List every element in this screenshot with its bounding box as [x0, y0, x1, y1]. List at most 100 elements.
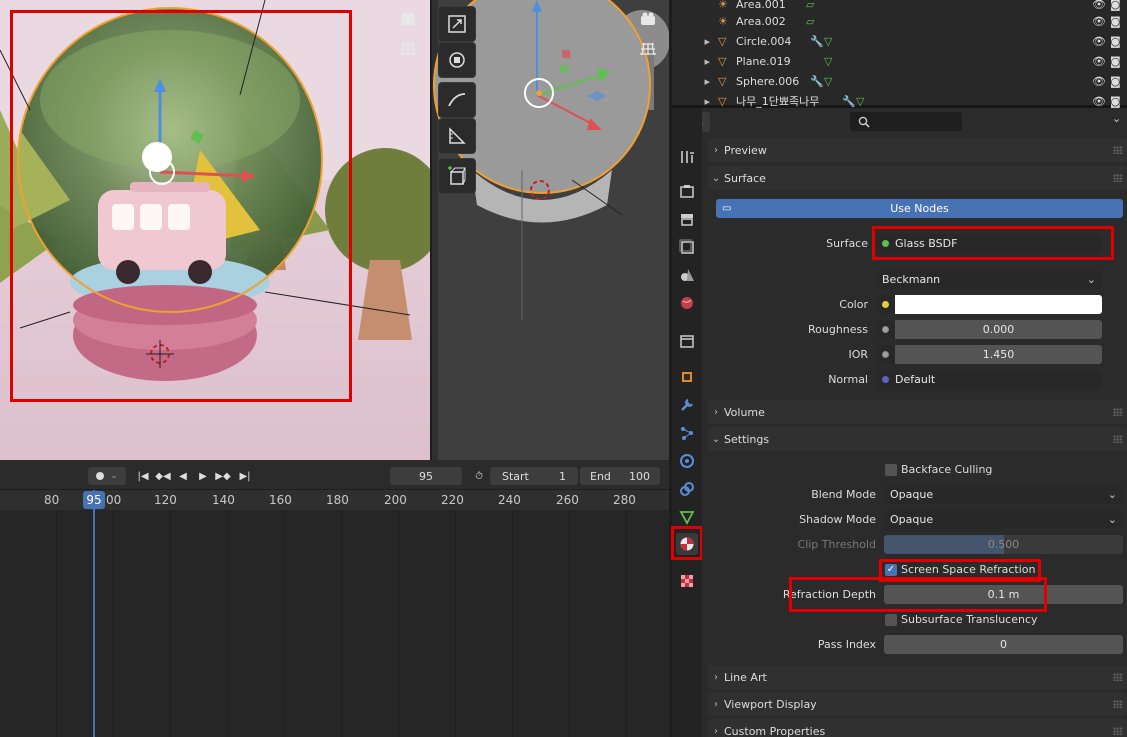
particles-tab-icon[interactable] — [676, 422, 698, 444]
ior-slider[interactable]: 1.450 — [895, 345, 1102, 364]
visibility-eye-icon[interactable]: 👁 — [1092, 15, 1106, 28]
outliner-row[interactable]: ▸ ▽ Circle.004 🔧 ▽ 👁 ◙ — [672, 31, 1127, 51]
distribution-select[interactable]: Beckmann ⌄ — [876, 270, 1102, 289]
tool-tab-icon[interactable] — [676, 146, 698, 168]
panel-settings[interactable]: ⌄ Settings — [708, 427, 1127, 451]
properties-search-input[interactable] — [850, 112, 962, 131]
expand-arrow-icon[interactable]: ▸ — [672, 95, 718, 108]
camera-render-icon[interactable]: ◙ — [1110, 75, 1121, 88]
drag-grip-icon[interactable] — [1113, 673, 1123, 681]
camera-render-icon[interactable]: ◙ — [1110, 35, 1121, 48]
panel-surface[interactable]: ⌄ Surface — [708, 166, 1127, 190]
panel-volume[interactable]: › Volume — [708, 400, 1127, 424]
expand-arrow-icon[interactable]: ▸ — [672, 55, 718, 68]
start-frame-field[interactable]: Start 1 — [490, 467, 578, 485]
outliner-row[interactable]: ▸ ▽ Sphere.006 🔧 ▽ 👁 ◙ — [672, 71, 1127, 91]
roughness-slider[interactable]: 0.000 — [895, 320, 1102, 339]
refraction-depth-field[interactable]: 0.1 m — [884, 585, 1123, 604]
ior-field[interactable]: 1.450 — [876, 345, 1102, 364]
backface-culling-label[interactable]: Backface Culling — [901, 463, 992, 476]
constraints-tab-icon[interactable] — [676, 478, 698, 500]
prev-keyframe-button[interactable]: ◆◀ — [154, 467, 172, 485]
mesh-data-tab-icon[interactable] — [676, 506, 698, 528]
grid-icon[interactable] — [396, 38, 420, 60]
expand-arrow-icon[interactable]: ▸ — [672, 75, 718, 88]
grid-icon[interactable] — [636, 38, 660, 60]
drag-grip-icon[interactable] — [1113, 700, 1123, 708]
current-frame-field[interactable]: 95 — [390, 467, 462, 485]
physics-tab-icon[interactable] — [676, 450, 698, 472]
ssr-checkbox[interactable]: ✓ — [885, 564, 897, 576]
panel-preview[interactable]: › Preview — [708, 138, 1127, 162]
properties-editor[interactable]: ▭⌄ ⌄ › Preview ⌄ Surface ▭ Use Nodes Sur… — [702, 108, 1127, 737]
scale-tool-button[interactable] — [438, 6, 476, 42]
transform-tool-button[interactable] — [438, 42, 476, 78]
annotate-tool-button[interactable] — [438, 82, 476, 118]
drag-grip-icon[interactable] — [1113, 146, 1123, 154]
use-nodes-button[interactable]: ▭ Use Nodes — [716, 199, 1123, 218]
drag-grip-icon[interactable] — [1113, 408, 1123, 416]
world-tab-icon[interactable] — [676, 292, 698, 314]
camera-icon[interactable] — [396, 8, 420, 30]
options-dropdown-button[interactable]: ⌄ — [1112, 112, 1126, 132]
view-layer-tab-icon[interactable] — [676, 236, 698, 258]
camera-render-icon[interactable]: ◙ — [1110, 15, 1121, 28]
visibility-eye-icon[interactable]: 👁 — [1092, 55, 1106, 68]
frame-ruler[interactable]: 80 95 00 120 140 160 180 200 220 240 260… — [0, 490, 669, 510]
drag-grip-icon[interactable] — [1113, 174, 1123, 182]
stopwatch-icon[interactable]: ⏱ — [470, 467, 488, 485]
editor-type-button[interactable]: ▭⌄ — [702, 112, 710, 132]
panel-line-art[interactable]: › Line Art — [708, 665, 1127, 689]
material-tab-icon[interactable] — [676, 533, 698, 555]
render-tab-icon[interactable] — [676, 180, 698, 202]
measure-tool-button[interactable] — [438, 118, 476, 154]
shadow-mode-select[interactable]: Opaque ⌄ — [884, 510, 1123, 529]
viewport-solid[interactable] — [432, 0, 669, 460]
drag-grip-icon[interactable] — [1113, 727, 1123, 735]
visibility-eye-icon[interactable]: 👁 — [1092, 35, 1106, 48]
expand-arrow-icon[interactable]: ▸ — [672, 35, 718, 48]
modifier-tab-icon[interactable] — [676, 394, 698, 416]
playhead-line[interactable] — [93, 490, 95, 737]
add-cube-tool-button[interactable] — [438, 158, 476, 194]
surface-shader-field[interactable]: Glass BSDF — [876, 234, 1102, 253]
scene-tab-icon[interactable] — [676, 264, 698, 286]
texture-tab-icon[interactable] — [676, 570, 698, 592]
subsurface-translucency-checkbox[interactable] — [885, 614, 897, 626]
viewport-rendered[interactable] — [0, 0, 430, 460]
visibility-eye-icon[interactable]: 👁 — [1092, 95, 1106, 108]
output-tab-icon[interactable] — [676, 208, 698, 230]
normal-field[interactable]: Default — [876, 370, 1102, 389]
blend-mode-select[interactable]: Opaque ⌄ — [884, 485, 1123, 504]
color-field[interactable] — [876, 295, 1102, 314]
play-reverse-button[interactable]: ◀ — [174, 467, 192, 485]
jump-start-button[interactable]: |◀ — [134, 467, 152, 485]
visibility-eye-icon[interactable]: 👁 — [1092, 0, 1106, 11]
object-tab-icon[interactable] — [676, 366, 698, 388]
panel-viewport-display[interactable]: › Viewport Display — [708, 692, 1127, 716]
keyframe-button[interactable]: ⌄ — [88, 467, 126, 485]
drag-grip-icon[interactable] — [1113, 435, 1123, 443]
outliner-row[interactable]: ☀ Area.002 ▱ 👁 ◙ — [672, 11, 1127, 31]
ssr-label[interactable]: Screen Space Refraction — [901, 563, 1036, 576]
subsurface-translucency-label[interactable]: Subsurface Translucency — [901, 613, 1038, 626]
backface-culling-checkbox[interactable] — [885, 464, 897, 476]
camera-render-icon[interactable]: ◙ — [1110, 95, 1121, 108]
outliner-row[interactable]: ▸ ▽ Plane.019 ▽ 👁 ◙ — [672, 51, 1127, 71]
pass-index-field[interactable]: 0 — [884, 635, 1123, 654]
end-frame-field[interactable]: End 100 — [580, 467, 660, 485]
collection-tab-icon[interactable] — [676, 330, 698, 352]
panel-custom-properties[interactable]: › Custom Properties — [708, 719, 1127, 737]
timeline-editor[interactable]: ⌄ |◀ ◆◀ ◀ ▶ ▶◆ ▶| 95 ⏱ Start 1 End 100 8… — [0, 460, 669, 737]
camera-render-icon[interactable]: ◙ — [1110, 0, 1121, 11]
next-keyframe-button[interactable]: ▶◆ — [214, 467, 232, 485]
jump-end-button[interactable]: ▶| — [236, 467, 254, 485]
camera-icon[interactable] — [636, 8, 660, 30]
visibility-eye-icon[interactable]: 👁 — [1092, 75, 1106, 88]
color-swatch[interactable] — [895, 295, 1102, 314]
outliner[interactable]: ☀ Area.001 ▱ 👁 ◙ ☀ Area.002 ▱ 👁 ◙ ▸ ▽ Ci… — [672, 0, 1127, 108]
timeline-body[interactable] — [0, 490, 669, 737]
camera-render-icon[interactable]: ◙ — [1110, 55, 1121, 68]
play-button[interactable]: ▶ — [194, 467, 212, 485]
roughness-field[interactable]: 0.000 — [876, 320, 1102, 339]
